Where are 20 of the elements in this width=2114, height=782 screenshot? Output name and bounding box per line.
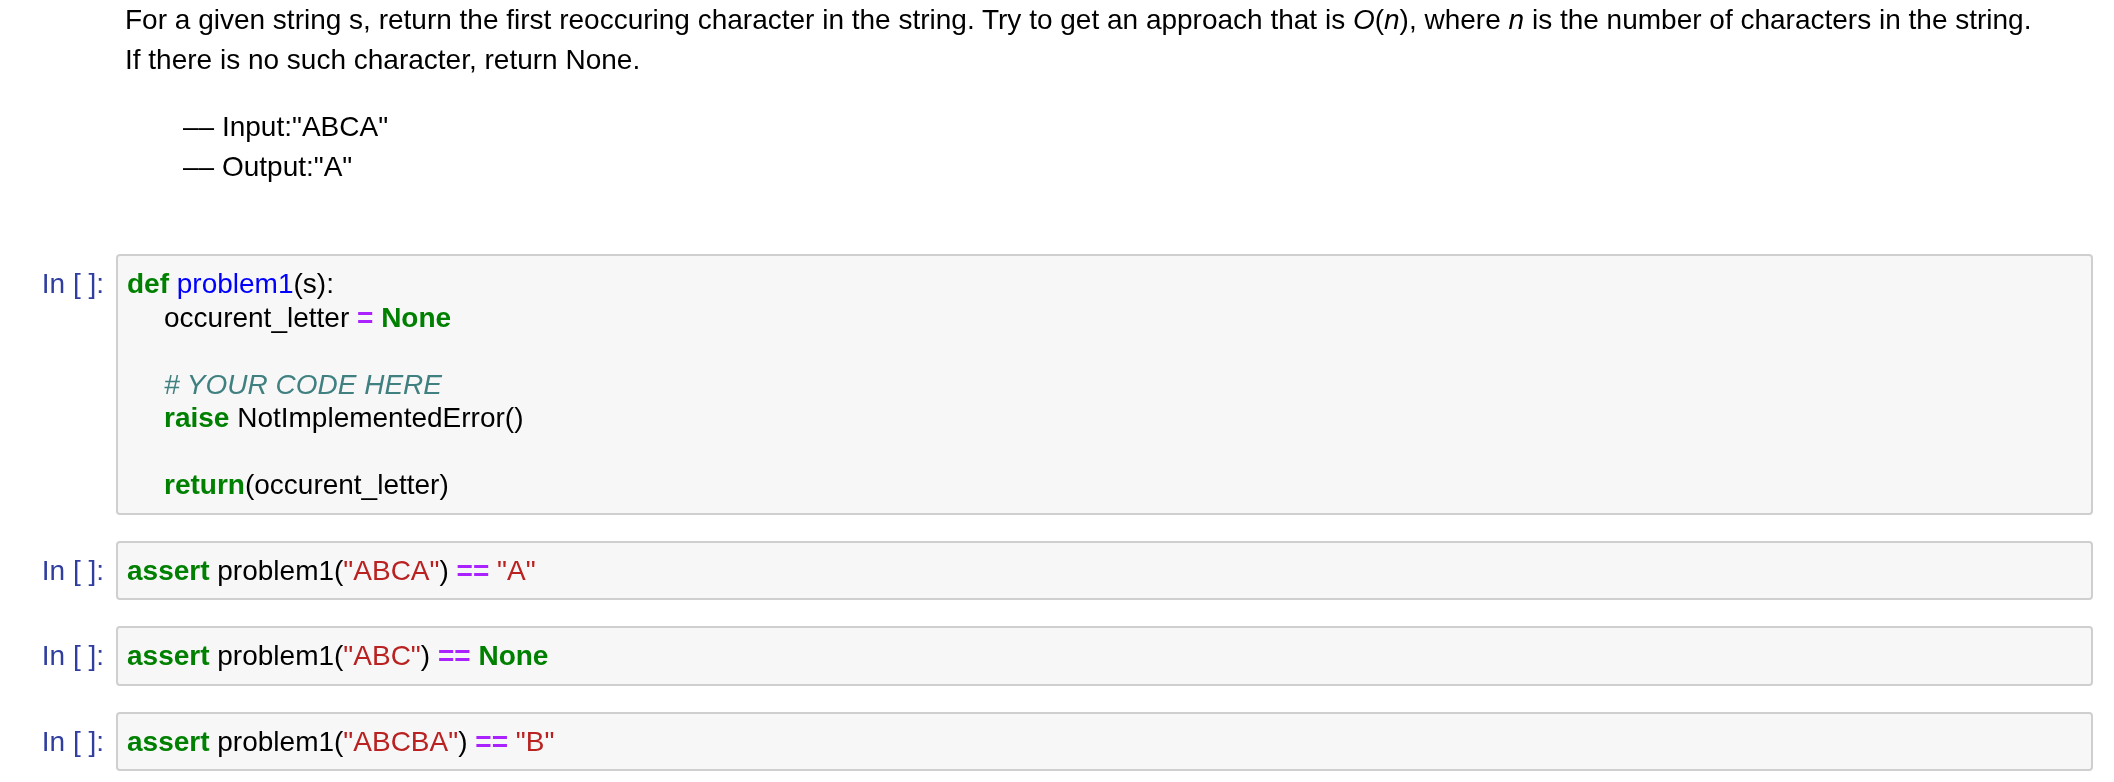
code-editor[interactable]: assert problem1("ABCBA") == "B" [116,711,2093,771]
code-line: assert problem1("ABC") == None [127,639,549,673]
code-line: assert problem1("ABCA") == "A" [127,553,536,587]
example-text: –– Output:"A" [183,149,353,184]
code-editor[interactable]: assert problem1("ABC") == None [116,626,2093,686]
cell-prompt: In [ ]: [40,553,104,587]
description-text: If there is no such character, return None. [125,43,641,77]
cell-prompt: In [ ]: [40,724,104,758]
cell-prompt: In [ ]: [40,639,104,673]
code-line: # YOUR CODE HERE [164,367,442,401]
code-line: occurent_letter = None [164,300,452,334]
code-editor[interactable]: def problem1(s): occurent_letter = None # YOUR CODE HERE raise NotImplementedError() return(occurent_letter) [116,254,2093,515]
code-line: raise NotImplementedError() [164,401,524,435]
code-line: return(occurent_letter) [164,468,449,502]
code-line: assert problem1("ABCBA") == "B" [127,724,555,758]
cell-prompt: In [ ]: [40,267,104,301]
description-text: For a given string s, return the first reoccuring character in the string. Try to get an approach that is O(n), where n is the number of characters in the string. [125,3,2032,37]
example-text: –– Input:"ABCA" [183,110,389,144]
code-line: def problem1(s): [127,267,334,301]
code-editor[interactable]: assert problem1("ABCA") == "A" [116,540,2093,600]
